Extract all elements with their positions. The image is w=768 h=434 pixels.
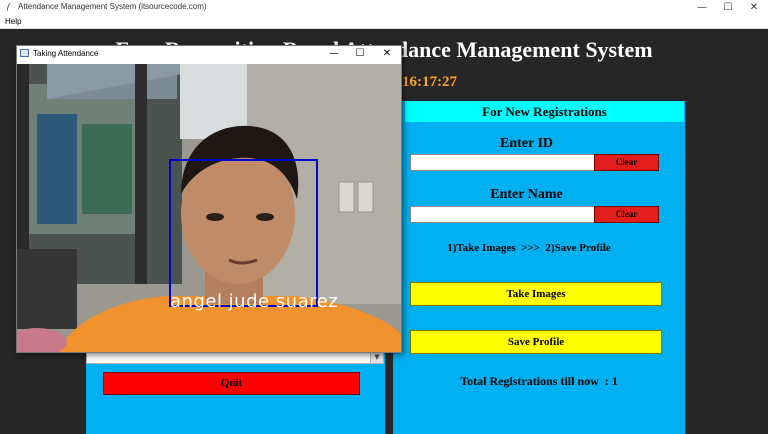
clock: 16:17:27 bbox=[402, 74, 457, 90]
window-icon bbox=[20, 49, 29, 57]
quit-button[interactable]: Quit bbox=[103, 372, 360, 395]
window-titlebar: Attendance Management System (itsourceco… bbox=[0, 0, 768, 16]
minimize-button[interactable]: — bbox=[688, 0, 716, 16]
registration-header: For New Registrations bbox=[405, 101, 684, 122]
recognized-name-label: angel jude suarez bbox=[170, 291, 339, 312]
menu-help[interactable]: Help bbox=[5, 17, 21, 26]
close-button[interactable]: ✕ bbox=[740, 0, 768, 16]
total-registrations-text: Total Registrations till now : 1 bbox=[460, 374, 618, 388]
take-images-button[interactable]: Take Images bbox=[410, 282, 662, 306]
clear-id-button[interactable]: Clear bbox=[594, 154, 659, 171]
app-feather-icon bbox=[7, 2, 11, 11]
camera-maximize-button[interactable]: ☐ bbox=[347, 46, 373, 62]
maximize-button[interactable]: ☐ bbox=[714, 0, 742, 16]
window-title: Attendance Management System (itsourceco… bbox=[18, 2, 207, 11]
save-profile-button[interactable]: Save Profile bbox=[410, 330, 662, 354]
instructions-text: 1)Take Images >>> 2)Save Profile bbox=[447, 242, 611, 254]
menu-bar: Help bbox=[0, 16, 768, 29]
camera-close-button[interactable]: ✕ bbox=[374, 46, 400, 62]
id-input[interactable] bbox=[410, 154, 595, 171]
clear-name-button[interactable]: Clear bbox=[594, 206, 659, 223]
enter-id-label: Enter ID bbox=[499, 136, 554, 151]
camera-minimize-button[interactable]: — bbox=[321, 46, 347, 62]
camera-window-title: Taking Attendance bbox=[33, 49, 99, 58]
enter-name-label: Enter Name bbox=[490, 187, 563, 202]
name-input[interactable] bbox=[410, 206, 595, 223]
